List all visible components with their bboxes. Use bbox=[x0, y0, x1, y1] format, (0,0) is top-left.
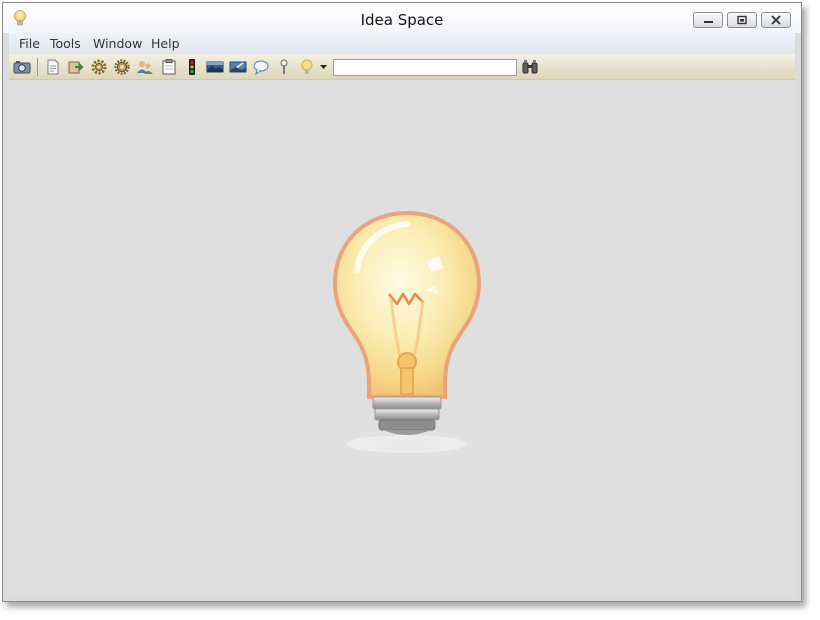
sun-gear-icon[interactable] bbox=[113, 58, 131, 76]
camera-icon[interactable] bbox=[13, 58, 31, 76]
app-window: Idea Space File Tools Window Help bbox=[2, 2, 802, 602]
dropdown-arrow-icon[interactable] bbox=[319, 58, 329, 76]
menu-tools[interactable]: Tools bbox=[50, 36, 81, 51]
menu-bar: File Tools Window Help bbox=[9, 33, 795, 54]
minimize-button[interactable] bbox=[693, 12, 723, 28]
clipboard-icon[interactable] bbox=[160, 58, 178, 76]
toolbar bbox=[9, 54, 795, 80]
document-icon[interactable] bbox=[44, 58, 62, 76]
gear-icon[interactable] bbox=[90, 58, 108, 76]
image-edit-icon[interactable] bbox=[229, 58, 247, 76]
traffic-light-icon[interactable] bbox=[183, 58, 201, 76]
users-icon[interactable] bbox=[136, 58, 154, 76]
close-button[interactable] bbox=[761, 12, 791, 28]
idea-canvas[interactable] bbox=[9, 80, 795, 597]
binoculars-icon[interactable] bbox=[521, 58, 539, 76]
search-input[interactable] bbox=[333, 59, 517, 76]
pin-icon[interactable] bbox=[275, 58, 293, 76]
restore-button[interactable] bbox=[727, 12, 757, 28]
title-bar[interactable]: Idea Space bbox=[3, 3, 801, 33]
export-icon[interactable] bbox=[67, 58, 85, 76]
window-title: Idea Space bbox=[360, 11, 444, 29]
menu-window[interactable]: Window bbox=[93, 36, 142, 51]
menu-help[interactable]: Help bbox=[151, 36, 180, 51]
landscape-icon[interactable] bbox=[206, 58, 224, 76]
lightbulb-icon[interactable] bbox=[298, 58, 316, 76]
lightbulb-icon bbox=[327, 210, 487, 466]
speech-bubble-icon[interactable] bbox=[252, 58, 270, 76]
toolbar-separator bbox=[37, 58, 38, 76]
menu-file[interactable]: File bbox=[19, 36, 40, 51]
